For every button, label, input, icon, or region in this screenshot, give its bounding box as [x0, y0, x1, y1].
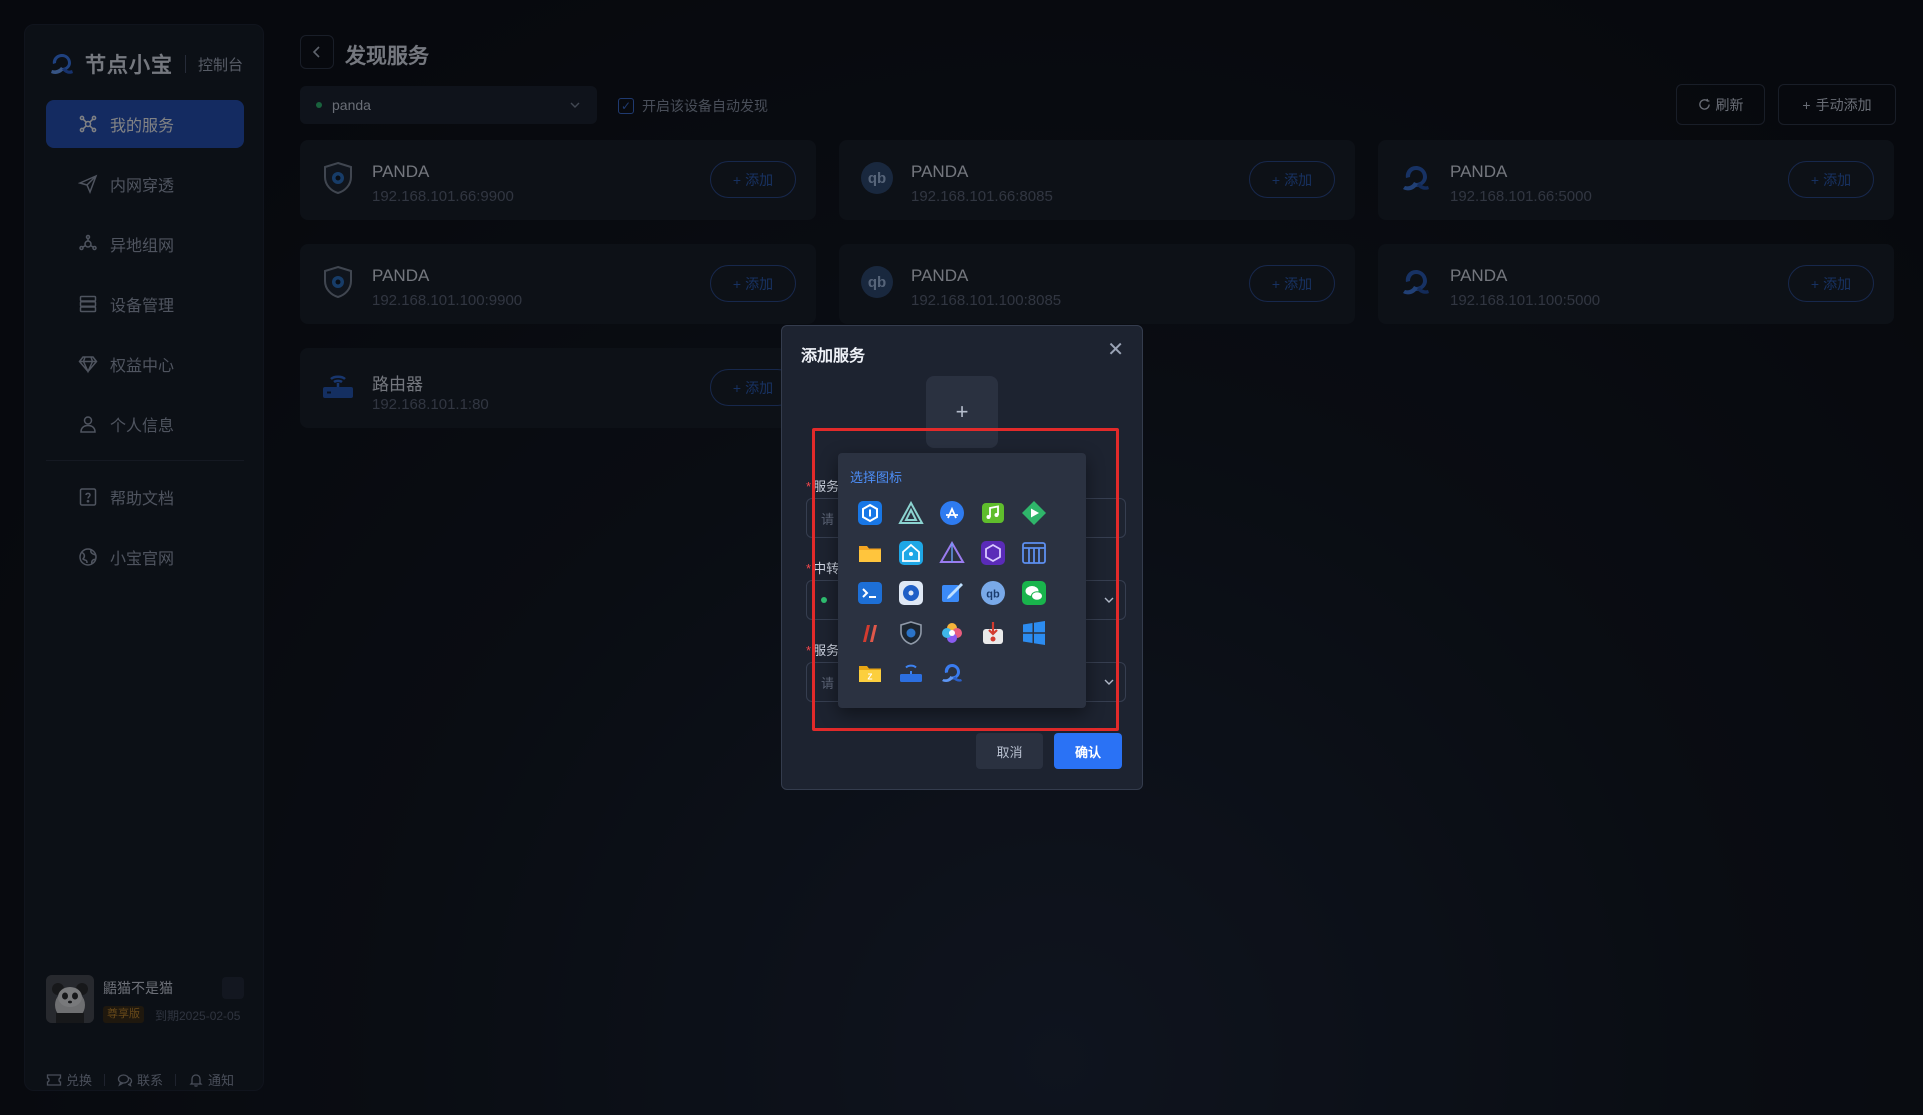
icon-picker-grid: qb Z [856, 499, 1048, 687]
qbittorrent-icon[interactable]: qb [979, 579, 1007, 607]
icon-picker-popover: 选择图标 qb Z [838, 453, 1086, 708]
close-icon[interactable]: ✕ [1107, 340, 1124, 360]
cancel-button[interactable]: 取消 [976, 733, 1043, 769]
icon-picker-title: 选择图标 [850, 470, 903, 485]
terminal-icon[interactable] [856, 579, 884, 607]
folder-icon[interactable] [856, 539, 884, 567]
shield-icon[interactable] [897, 619, 925, 647]
add-service-dialog: 添加服务 ✕ + * 服务 请 * 中转 * 服务 请 取消 确认 选择图标 q… [781, 325, 1143, 790]
downloader-icon[interactable] [979, 619, 1007, 647]
windows-icon[interactable] [1020, 619, 1048, 647]
app-store-icon[interactable] [938, 499, 966, 527]
kanban-board-icon[interactable] [1020, 539, 1048, 567]
router-icon[interactable] [897, 659, 925, 687]
prism-logo-icon[interactable] [938, 539, 966, 567]
play-video-icon[interactable] [1020, 499, 1048, 527]
triangle-logo-icon[interactable] [897, 499, 925, 527]
home-assistant-icon[interactable] [897, 539, 925, 567]
confirm-button[interactable]: 确认 [1054, 733, 1122, 769]
zip-folder-icon[interactable]: Z [856, 659, 884, 687]
purple-hexagon-icon[interactable] [979, 539, 1007, 567]
svg-text:qb: qb [986, 589, 1000, 601]
hexagon-app-icon[interactable] [856, 499, 884, 527]
notes-edit-icon[interactable] [938, 579, 966, 607]
music-player-icon[interactable] [979, 499, 1007, 527]
disk-icon[interactable] [897, 579, 925, 607]
dialog-title: 添加服务 [801, 348, 866, 365]
photos-flower-icon[interactable] [938, 619, 966, 647]
red-stripes-icon[interactable] [856, 619, 884, 647]
node-logo-icon[interactable] [938, 659, 966, 687]
svg-text:Z: Z [868, 673, 873, 682]
wechat-icon[interactable] [1020, 579, 1048, 607]
